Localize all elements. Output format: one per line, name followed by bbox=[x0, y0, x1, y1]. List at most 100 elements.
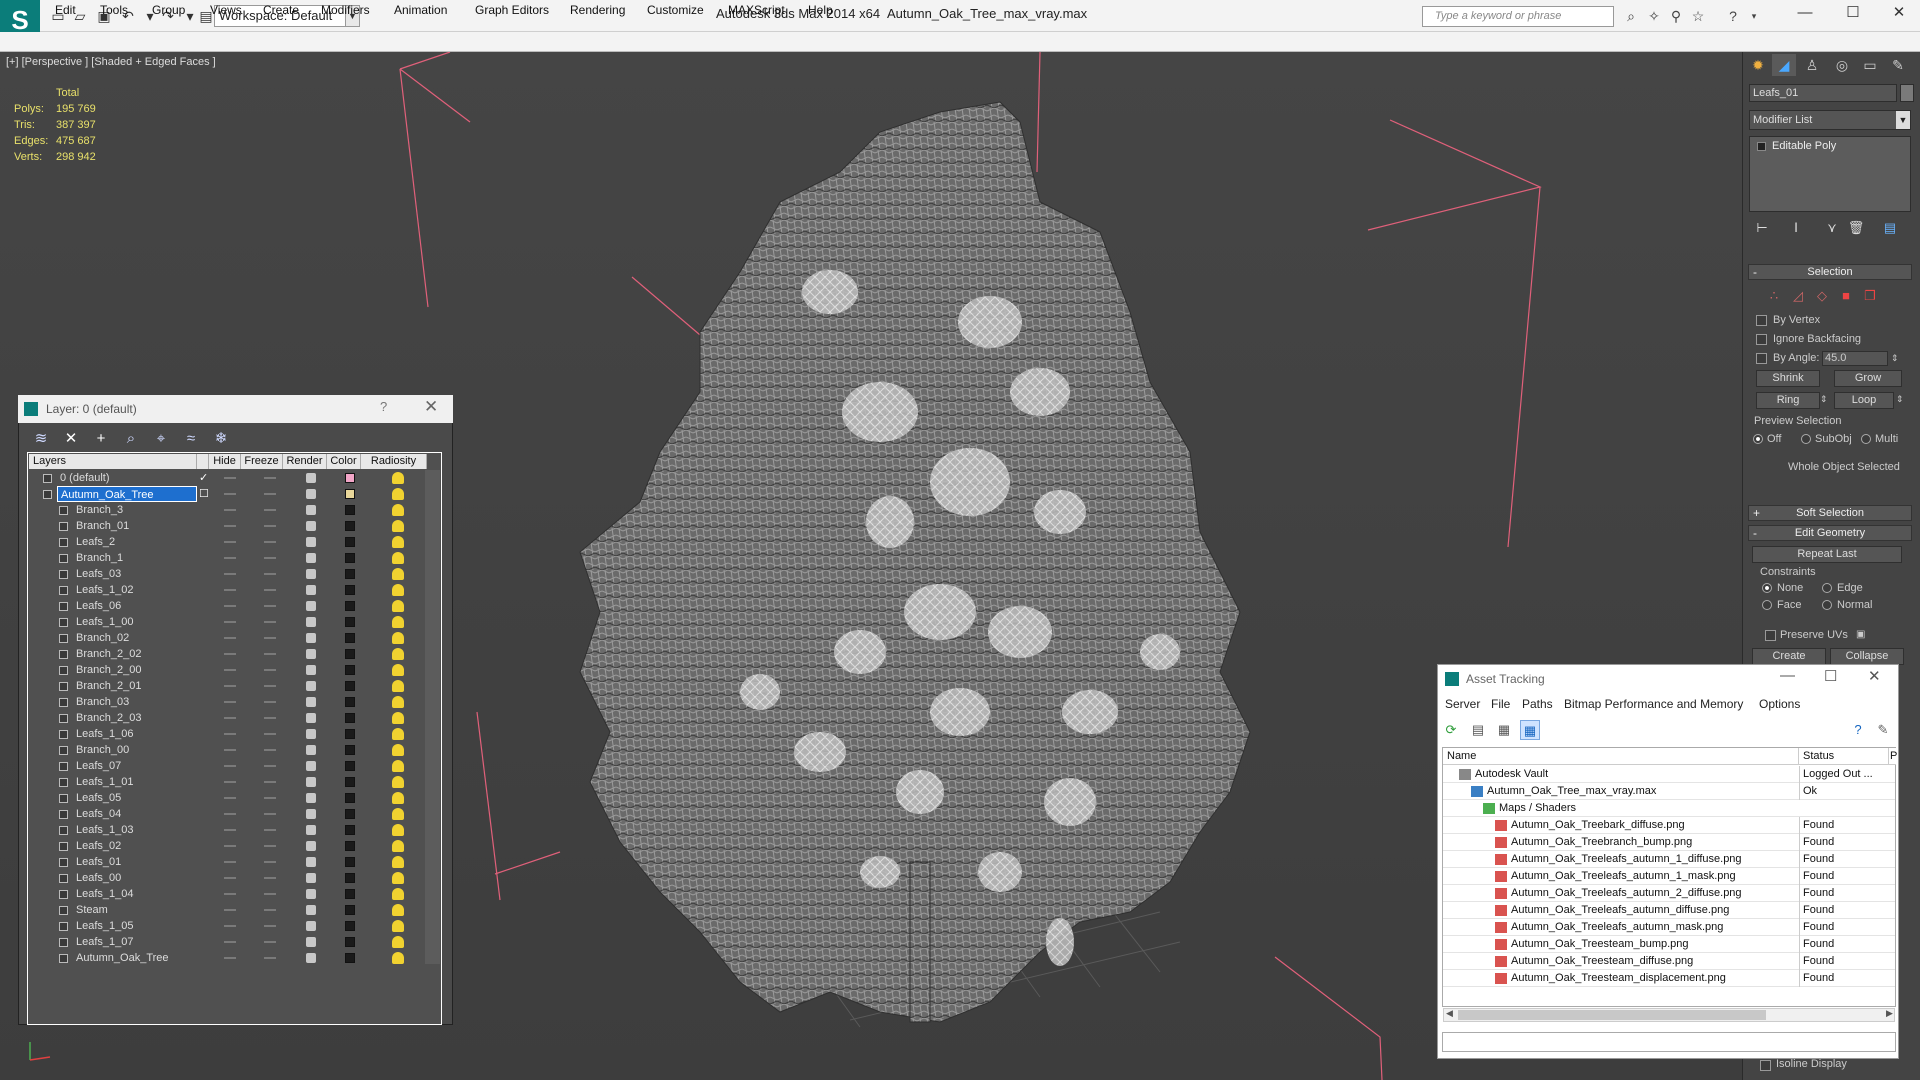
layer-name[interactable]: Leafs_00 bbox=[73, 870, 121, 886]
menu-views[interactable]: Views bbox=[210, 3, 242, 17]
hide-toggle-icon[interactable] bbox=[224, 941, 236, 943]
layer-row[interactable]: Branch_03 bbox=[29, 694, 426, 710]
minimize-icon[interactable]: — bbox=[1782, 0, 1828, 28]
layer-color-swatch[interactable] bbox=[345, 889, 355, 899]
layer-color-swatch[interactable] bbox=[345, 793, 355, 803]
freeze-toggle-icon[interactable] bbox=[264, 877, 276, 879]
layer-help-icon[interactable]: ? bbox=[380, 399, 387, 414]
freeze-toggle-icon[interactable] bbox=[264, 749, 276, 751]
asset-row[interactable]: Autumn_Oak_Tree_max_vray.max Ok bbox=[1443, 783, 1895, 800]
border-mode-icon[interactable]: ◇ bbox=[1814, 288, 1830, 304]
radiosity-bulb-icon[interactable] bbox=[392, 696, 404, 708]
asset-menu-file[interactable]: File bbox=[1491, 697, 1510, 711]
radiosity-bulb-icon[interactable] bbox=[392, 952, 404, 964]
radiosity-bulb-icon[interactable] bbox=[392, 536, 404, 548]
layer-name[interactable]: Leafs_1_01 bbox=[73, 774, 134, 790]
radiosity-bulb-icon[interactable] bbox=[392, 840, 404, 852]
freeze-toggle-icon[interactable] bbox=[264, 573, 276, 575]
radiosity-bulb-icon[interactable] bbox=[392, 584, 404, 596]
layer-name[interactable]: Leafs_1_02 bbox=[73, 582, 134, 598]
layer-row[interactable]: Leafs_07 bbox=[29, 758, 426, 774]
radiosity-bulb-icon[interactable] bbox=[392, 904, 404, 916]
freeze-toggle-icon[interactable] bbox=[264, 525, 276, 527]
radiosity-bulb-icon[interactable] bbox=[392, 760, 404, 772]
layer-name[interactable]: Leafs_1_00 bbox=[73, 614, 134, 630]
hide-toggle-icon[interactable] bbox=[224, 653, 236, 655]
freeze-toggle-icon[interactable] bbox=[264, 717, 276, 719]
layer-color-swatch[interactable] bbox=[345, 521, 355, 531]
layer-color-swatch[interactable] bbox=[345, 713, 355, 723]
radiosity-bulb-icon[interactable] bbox=[392, 648, 404, 660]
freeze-toggle-icon[interactable] bbox=[264, 557, 276, 559]
layer-row[interactable]: Leafs_1_04 bbox=[29, 886, 426, 902]
asset-menu-paths[interactable]: Paths bbox=[1522, 697, 1553, 711]
add-to-layer-icon[interactable]: + bbox=[90, 428, 112, 450]
freeze-toggle-icon[interactable] bbox=[264, 925, 276, 927]
shrink-button[interactable]: Shrink bbox=[1756, 370, 1820, 387]
render-teapot-icon[interactable] bbox=[306, 521, 316, 531]
modifier-list-arrow-icon[interactable]: ▼ bbox=[1896, 111, 1910, 129]
layer-color-swatch[interactable] bbox=[345, 825, 355, 835]
render-teapot-icon[interactable] bbox=[306, 601, 316, 611]
hide-toggle-icon[interactable] bbox=[224, 493, 236, 495]
menu-tools[interactable]: Tools bbox=[100, 3, 128, 17]
modifier-list-dropdown[interactable]: Modifier List bbox=[1749, 110, 1911, 130]
menu-maxscript[interactable]: MAXScript bbox=[728, 3, 785, 17]
layer-name[interactable]: Leafs_1_04 bbox=[73, 886, 134, 902]
current-layer-box-icon[interactable]: ☐ bbox=[199, 486, 209, 502]
layer-row[interactable]: Leafs_04 bbox=[29, 806, 426, 822]
layer-name[interactable]: Leafs_05 bbox=[73, 790, 121, 806]
render-teapot-icon[interactable] bbox=[306, 617, 316, 627]
hide-toggle-icon[interactable] bbox=[224, 637, 236, 639]
angle-spinner-field[interactable]: 45.0 bbox=[1822, 351, 1888, 366]
current-layer-check-icon[interactable]: ✓ bbox=[199, 470, 208, 486]
layer-color-swatch[interactable] bbox=[345, 489, 355, 499]
radiosity-bulb-icon[interactable] bbox=[392, 728, 404, 740]
constraint-normal-radio[interactable] bbox=[1822, 600, 1832, 610]
radiosity-bulb-icon[interactable] bbox=[392, 664, 404, 676]
layer-close-icon[interactable]: ✕ bbox=[424, 397, 438, 417]
close-icon[interactable]: ✕ bbox=[1876, 0, 1920, 28]
asset-row[interactable]: Autodesk Vault Logged Out ... bbox=[1443, 766, 1895, 783]
polygon-mode-icon[interactable]: ■ bbox=[1838, 288, 1854, 304]
layer-color-swatch[interactable] bbox=[345, 585, 355, 595]
radiosity-bulb-icon[interactable] bbox=[392, 504, 404, 516]
layer-row[interactable]: 0 (default) ✓ bbox=[29, 470, 426, 486]
angle-spinner-arrows-icon[interactable]: ⇕ bbox=[1891, 351, 1899, 365]
layer-window-title[interactable]: Layer: 0 (default) bbox=[18, 395, 453, 423]
freeze-toggle-icon[interactable] bbox=[264, 941, 276, 943]
favorites-star-icon[interactable]: ☆ bbox=[1687, 6, 1709, 26]
layer-color-swatch[interactable] bbox=[345, 937, 355, 947]
selection-rollout-header[interactable]: - Selection bbox=[1748, 264, 1912, 280]
asset-row[interactable]: Autumn_Oak_Treesteam_diffuse.png Found bbox=[1443, 953, 1895, 970]
hide-toggle-icon[interactable] bbox=[224, 749, 236, 751]
freeze-toggle-icon[interactable] bbox=[264, 621, 276, 623]
remove-modifier-icon[interactable]: 🗑 bbox=[1846, 220, 1866, 238]
layer-name[interactable]: Branch_2_00 bbox=[73, 662, 141, 678]
communication-center-icon[interactable]: ⚲ bbox=[1665, 6, 1687, 26]
layer-color-swatch[interactable] bbox=[345, 953, 355, 963]
hide-toggle-icon[interactable] bbox=[224, 477, 236, 479]
ring-button[interactable]: Ring bbox=[1756, 392, 1820, 409]
vertex-mode-icon[interactable]: ∴ bbox=[1766, 288, 1782, 304]
layer-row[interactable]: Leafs_1_05 bbox=[29, 918, 426, 934]
col-color[interactable]: Color bbox=[327, 454, 361, 469]
preview-off-radio[interactable] bbox=[1753, 434, 1763, 444]
layer-name[interactable]: Branch_00 bbox=[73, 742, 129, 758]
hide-toggle-icon[interactable] bbox=[224, 829, 236, 831]
render-teapot-icon[interactable] bbox=[306, 905, 316, 915]
hide-toggle-icon[interactable] bbox=[224, 541, 236, 543]
render-teapot-icon[interactable] bbox=[306, 489, 316, 499]
layer-color-swatch[interactable] bbox=[345, 473, 355, 483]
modify-tab-icon[interactable]: ◢ bbox=[1772, 54, 1796, 76]
layer-name[interactable]: Leafs_06 bbox=[73, 598, 121, 614]
hide-toggle-icon[interactable] bbox=[224, 893, 236, 895]
hide-toggle-icon[interactable] bbox=[224, 525, 236, 527]
layer-name[interactable]: Leafs_03 bbox=[73, 566, 121, 582]
layer-color-swatch[interactable] bbox=[345, 697, 355, 707]
subscription-center-icon[interactable]: ✧ bbox=[1643, 6, 1665, 26]
render-teapot-icon[interactable] bbox=[306, 825, 316, 835]
render-teapot-icon[interactable] bbox=[306, 809, 316, 819]
freeze-toggle-icon[interactable] bbox=[264, 845, 276, 847]
radiosity-bulb-icon[interactable] bbox=[392, 856, 404, 868]
